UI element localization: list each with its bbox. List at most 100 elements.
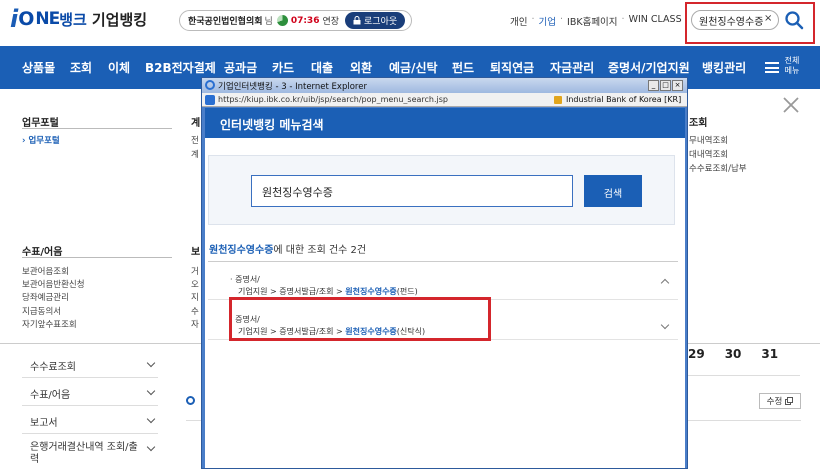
nav-item-pension[interactable]: 퇴직연금 — [490, 59, 534, 76]
mega-menu-item[interactable]: 당좌예금관리 — [22, 291, 69, 303]
nav-item-deposit[interactable]: 예금/신탁 — [389, 59, 438, 76]
link-ibk-home[interactable]: IBK홈페이지 — [567, 14, 618, 28]
mega-menu-item[interactable]: 계 — [191, 148, 199, 160]
link-personal[interactable]: 개인 — [510, 14, 527, 28]
mega-menu-item[interactable]: 자 — [191, 318, 199, 330]
nav-item-banking-mgmt[interactable]: 뱅킹관리 — [702, 59, 746, 76]
mega-menu-item[interactable]: 보관어음반환신청 — [22, 278, 85, 290]
mega-menu-item[interactable]: 지 — [191, 291, 199, 303]
mega-menu-heading-portal: 업무포털 — [22, 118, 59, 129]
nav-item-inquiry[interactable]: 조회 — [70, 59, 92, 76]
path-segment: 기업지원 — [238, 287, 268, 296]
all-menu-label[interactable]: 전체메뉴 — [783, 56, 801, 76]
left-menu-reports[interactable]: 보고서 — [22, 412, 158, 434]
link-win-class[interactable]: WIN CLASS — [629, 14, 682, 28]
mega-menu-item-portal[interactable]: › 업무포털 — [22, 134, 60, 146]
nav-item-certificates[interactable]: 증명서/기업지원 — [608, 59, 690, 76]
nav-item-forex[interactable]: 외환 — [350, 59, 372, 76]
result-keyword: 원천징수영수증 — [209, 245, 274, 256]
site-identity[interactable]: Industrial Bank of Korea [KR] — [566, 95, 681, 104]
address-url[interactable]: https://kiup.ibk.co.kr/uib/jsp/search/po… — [202, 95, 554, 104]
result-category: · 증명서/ — [230, 275, 260, 284]
path-separator: > — [336, 287, 343, 296]
left-menu-label: 은행거래결산내역 조회/출력 — [30, 442, 138, 465]
mega-menu-item[interactable]: 대내역조회 — [689, 148, 728, 160]
chevron-down-icon — [146, 358, 156, 368]
separator: · — [621, 14, 625, 25]
divider — [208, 261, 678, 262]
top-links: 개인 · 기업 · IBK홈페이지 · WIN CLASS — [510, 14, 682, 28]
left-menu-settlement[interactable]: 은행거래결산내역 조회/출력 — [22, 440, 158, 469]
logo-bank: 뱅크 — [59, 10, 87, 29]
chevron-down-icon[interactable] — [660, 320, 670, 330]
logout-button[interactable]: 로그아웃 — [345, 12, 406, 29]
calendar-day[interactable]: 31 — [761, 347, 778, 361]
mega-menu-item-label: 업무포털 — [28, 136, 60, 146]
user-suffix: 님 — [264, 17, 273, 27]
link-corporate[interactable]: 기업 — [539, 14, 556, 28]
path-segment: 증명서발급/조회 — [279, 287, 334, 296]
lock-icon[interactable] — [554, 95, 562, 104]
ione-bank-logo[interactable]: i O NE 뱅크 기업뱅킹 — [10, 5, 148, 33]
clear-search-icon[interactable]: × — [764, 13, 772, 24]
result-path[interactable]: 기업지원 > 증명서발급/조회 > 원천징수영수증(펀드) — [238, 286, 418, 297]
mega-menu-item[interactable]: 수수료조회/납부 — [689, 162, 747, 174]
calendar-day[interactable]: 30 — [725, 347, 742, 361]
lock-icon — [353, 16, 361, 25]
menu-search-input[interactable]: 원천징수영수증 — [251, 175, 573, 207]
mega-menu-item[interactable]: 지급동의서 — [22, 305, 61, 317]
result-highlight-box — [229, 297, 491, 341]
mega-menu-item[interactable]: 무내역조회 — [689, 134, 728, 146]
header-search-value: 원천징수영수증 — [699, 16, 764, 28]
chevron-up-icon[interactable] — [660, 278, 670, 288]
nav-item-transfer[interactable]: 이체 — [108, 59, 130, 76]
nav-item-fund-mgmt[interactable]: 자금관리 — [550, 59, 594, 76]
chevron-down-icon — [146, 386, 156, 396]
mega-menu-item[interactable]: 거 — [191, 265, 199, 277]
left-menu-checks[interactable]: 수표/어음 — [22, 384, 158, 406]
calendar-day[interactable]: 29 — [688, 347, 705, 361]
nav-item-b2b[interactable]: B2B전자결제 — [145, 59, 216, 76]
popup-title: 기업인터넷뱅킹 - 3 - Internet Explorer — [218, 81, 367, 92]
close-icon[interactable] — [782, 96, 800, 114]
popup-content: 인터넷뱅킹 메뉴검색 원천징수영수증 검색 원천징수영수증에 대한 조회 건수 … — [205, 108, 685, 468]
nav-item-fund[interactable]: 펀드 — [452, 59, 474, 76]
minimize-button[interactable]: _ — [648, 80, 659, 91]
hamburger-menu-icon[interactable] — [765, 62, 779, 73]
nav-item-utility-bills[interactable]: 공과금 — [224, 59, 257, 76]
result-count-text: 에 대한 조회 건수 2건 — [273, 245, 367, 256]
close-window-button[interactable]: × — [672, 80, 683, 91]
mega-menu-item[interactable]: 전 — [191, 134, 199, 146]
logo-corp-banking: 기업뱅킹 — [91, 10, 148, 29]
calendar-days: 29 30 31 — [688, 347, 778, 361]
address-bar[interactable]: https://kiup.ibk.co.kr/uib/jsp/search/po… — [202, 93, 687, 107]
search-button[interactable]: 검색 — [584, 175, 642, 207]
mega-menu-item[interactable]: 오 — [191, 278, 199, 290]
mega-menu-item[interactable]: 자기앞수표조회 — [22, 318, 77, 330]
result-summary: 원천징수영수증에 대한 조회 건수 2건 — [209, 241, 366, 256]
search-icon[interactable] — [784, 10, 804, 30]
mega-menu-item[interactable]: 수 — [191, 305, 199, 317]
maximize-button[interactable]: □ — [660, 80, 671, 91]
session-info: 한국공인법인협의회 님 07:36 연장 로그아웃 — [179, 10, 412, 31]
path-separator: > — [270, 287, 277, 296]
nav-item-loan[interactable]: 대출 — [311, 59, 333, 76]
session-timer-icon — [276, 15, 288, 26]
divider — [22, 257, 172, 258]
copy-icon — [785, 397, 794, 405]
edit-button[interactable]: 수정 — [759, 393, 801, 409]
popup-titlebar[interactable]: 기업인터넷뱅킹 - 3 - Internet Explorer _ □ × — [202, 78, 687, 93]
left-menu-label: 수표/어음 — [30, 390, 71, 401]
nav-item-mall[interactable]: 상품몰 — [22, 59, 55, 76]
path-highlight: 원천징수영수증 — [345, 287, 397, 296]
mega-menu-heading-account: 계 — [191, 118, 201, 129]
search-result-row[interactable]: · 증명서/ 기업지원 > 증명서발급/조회 > 원천징수영수증(펀드) — [208, 268, 678, 300]
nav-item-card[interactable]: 카드 — [272, 59, 294, 76]
chevron-down-icon — [146, 414, 156, 424]
separator: · — [560, 14, 564, 25]
extend-session-button[interactable]: 연장 — [322, 14, 339, 27]
divider — [688, 375, 800, 376]
left-menu-fee-inquiry[interactable]: 수수료조회 — [22, 356, 158, 378]
popup-heading: 인터넷뱅킹 메뉴검색 — [205, 108, 685, 138]
mega-menu-item[interactable]: 보관어음조회 — [22, 265, 69, 277]
